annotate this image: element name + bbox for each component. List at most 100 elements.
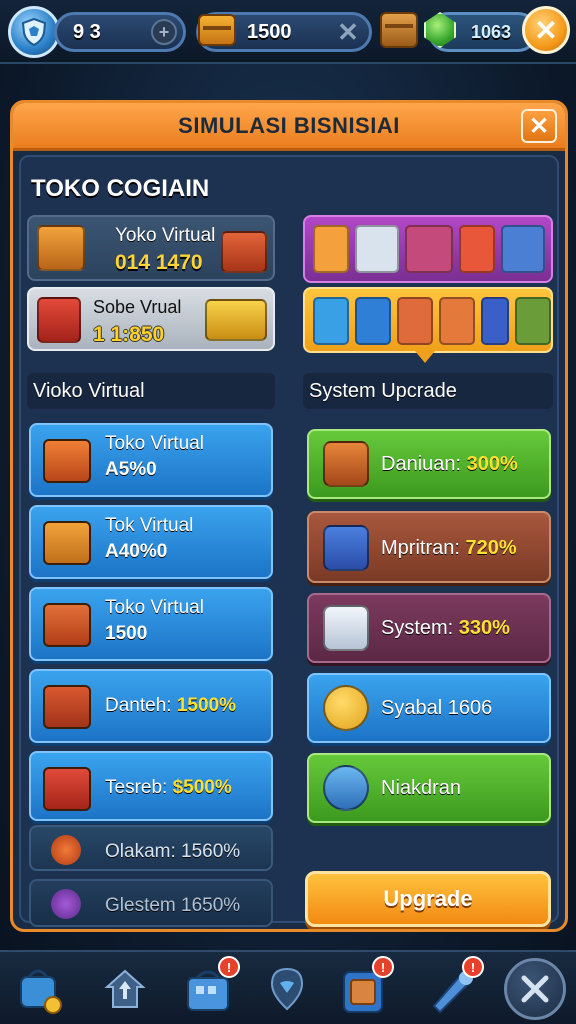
phone-icon bbox=[481, 297, 509, 345]
basket-icon bbox=[43, 685, 91, 729]
feature-value: 1 1:850 bbox=[93, 323, 165, 346]
tools-icon[interactable] bbox=[504, 958, 566, 1020]
left-list-item[interactable]: Toko Virtual 1500 bbox=[29, 587, 273, 661]
bottom-nav-bar: ! ! ! bbox=[0, 950, 576, 1024]
item-label: Syabal 1606 bbox=[381, 697, 493, 719]
item-title: Toko Virtual bbox=[105, 597, 204, 618]
right-section-label: System Upcrade bbox=[303, 373, 553, 409]
level-value: 9 3 bbox=[73, 20, 101, 43]
item-label: Mpritran: bbox=[381, 537, 466, 559]
item-value: A5%0 bbox=[105, 459, 157, 480]
basket-icon bbox=[43, 439, 91, 483]
close-icon[interactable]: ✕ bbox=[335, 17, 361, 47]
upgrade-item[interactable]: Daniuan: 300% bbox=[307, 429, 551, 499]
item-value: 1500% bbox=[176, 695, 236, 716]
item-label: Danteh: bbox=[105, 695, 177, 716]
feature-name: Yoko Virtual bbox=[115, 225, 216, 246]
notification-badge: ! bbox=[462, 956, 484, 978]
rocket-icon[interactable]: ! bbox=[424, 956, 484, 1018]
character-icon bbox=[51, 889, 81, 919]
bag-icon bbox=[313, 225, 349, 273]
map-pin-icon[interactable] bbox=[258, 960, 316, 1018]
plus-icon[interactable]: + bbox=[151, 19, 177, 45]
shop-bag-icon[interactable] bbox=[12, 960, 70, 1018]
left-list-item[interactable]: Glestem 1650% bbox=[29, 879, 273, 927]
shop-items-row bbox=[313, 297, 551, 345]
shop-items-yellow[interactable] bbox=[303, 287, 553, 363]
cart-icon bbox=[439, 297, 475, 345]
business-sim-panel: SIMULASI BISNISIAI ✕ TOKO COGIAIN Yoko V… bbox=[10, 100, 568, 932]
notification-badge: ! bbox=[372, 956, 394, 978]
gems-value: 1063 bbox=[471, 21, 512, 42]
left-list-item[interactable]: Olakam: 1560% bbox=[29, 825, 273, 871]
basket-icon bbox=[43, 521, 91, 565]
home-arrow-icon[interactable] bbox=[96, 960, 154, 1018]
close-icon[interactable]: ✕ bbox=[522, 6, 570, 54]
item-label: Daniuan: bbox=[381, 453, 467, 475]
cart-icon bbox=[397, 297, 433, 345]
item-value: 1500 bbox=[105, 623, 148, 644]
item-line: Danteh: 1500% bbox=[105, 695, 236, 717]
cash-register-icon bbox=[323, 441, 369, 487]
character-icon bbox=[51, 835, 81, 865]
basket-icon bbox=[313, 297, 349, 345]
item-label: Niakdran bbox=[381, 777, 462, 799]
storefront-icon bbox=[501, 225, 545, 273]
level-counter: 9 3 + bbox=[54, 12, 186, 52]
display-board-icon bbox=[355, 225, 399, 273]
storage-box-icon bbox=[323, 525, 369, 571]
item-value: 720% bbox=[465, 537, 517, 559]
coin-icon bbox=[323, 685, 369, 731]
lock-icon bbox=[37, 297, 81, 343]
crate-icon bbox=[43, 603, 91, 647]
item-value: $500% bbox=[172, 777, 232, 798]
plant-icon bbox=[459, 225, 495, 273]
document-icon bbox=[323, 605, 369, 651]
item-label: Tesreb: bbox=[105, 777, 173, 798]
item-label: Glestem 1650% bbox=[105, 895, 241, 916]
item-line: Tesreb: $500% bbox=[105, 777, 232, 799]
pin-tool-icon bbox=[323, 765, 369, 811]
feature-card-store-2[interactable]: Sobe Vrual 1 1:850 bbox=[27, 287, 275, 351]
left-list-item[interactable]: Tok Virtual A40%0 bbox=[29, 505, 273, 579]
item-title: Tok Virtual bbox=[105, 515, 194, 536]
feature-card-virtual-store[interactable]: Yoko Virtual 014 1470 bbox=[27, 215, 275, 281]
store-subtitle: TOKO COGIAIN bbox=[31, 175, 210, 202]
upgrade-item[interactable]: Mpritran: 720% bbox=[307, 511, 551, 583]
upgrade-item[interactable]: Niakdran bbox=[307, 753, 551, 823]
cart-icon bbox=[405, 225, 453, 273]
bag-icon bbox=[515, 297, 551, 345]
close-icon[interactable]: ✕ bbox=[521, 109, 557, 143]
cash-box-icon bbox=[37, 225, 85, 271]
item-value: 330% bbox=[458, 617, 510, 639]
item-label: Olakam: 1560% bbox=[105, 841, 241, 862]
basket-icon bbox=[221, 231, 267, 273]
chest-icon bbox=[43, 767, 91, 811]
item-value: 300% bbox=[466, 453, 518, 475]
notification-badge: ! bbox=[218, 956, 240, 978]
crate-icon[interactable] bbox=[380, 12, 418, 48]
left-list-item[interactable]: Danteh: 1500% bbox=[29, 669, 273, 743]
item-title: Toko Virtual bbox=[105, 433, 204, 454]
shopping-cart-icon bbox=[205, 299, 267, 341]
item-label: System: bbox=[381, 617, 459, 639]
upgrade-item[interactable]: Syabal 1606 bbox=[307, 673, 551, 743]
left-section-label: Vioko Virtual bbox=[27, 373, 275, 409]
feature-name: Sobe Vrual bbox=[93, 297, 182, 317]
treasure-chest-icon bbox=[198, 14, 236, 46]
shop-items-row bbox=[313, 225, 545, 273]
coins-value: 1500 bbox=[247, 20, 292, 43]
upgrade-item[interactable]: System: 330% bbox=[307, 593, 551, 663]
shop-items-purple[interactable] bbox=[303, 215, 553, 283]
panel-header: SIMULASI BISNISIAI ✕ bbox=[13, 103, 565, 151]
backpack-icon[interactable]: ! bbox=[334, 956, 394, 1018]
item-line: Daniuan: 300% bbox=[381, 453, 518, 476]
item-line: System: 330% bbox=[381, 617, 510, 640]
shield-icon[interactable] bbox=[8, 6, 60, 58]
box-icon bbox=[355, 297, 391, 345]
left-list-item[interactable]: Toko Virtual A5%0 bbox=[29, 423, 273, 497]
upgrade-button[interactable]: Upgrade bbox=[305, 871, 551, 927]
shopping-basket-icon[interactable]: ! bbox=[180, 956, 240, 1018]
panel-title: SIMULASI BISNISIAI bbox=[178, 112, 400, 138]
left-list-item[interactable]: Tesreb: $500% bbox=[29, 751, 273, 821]
